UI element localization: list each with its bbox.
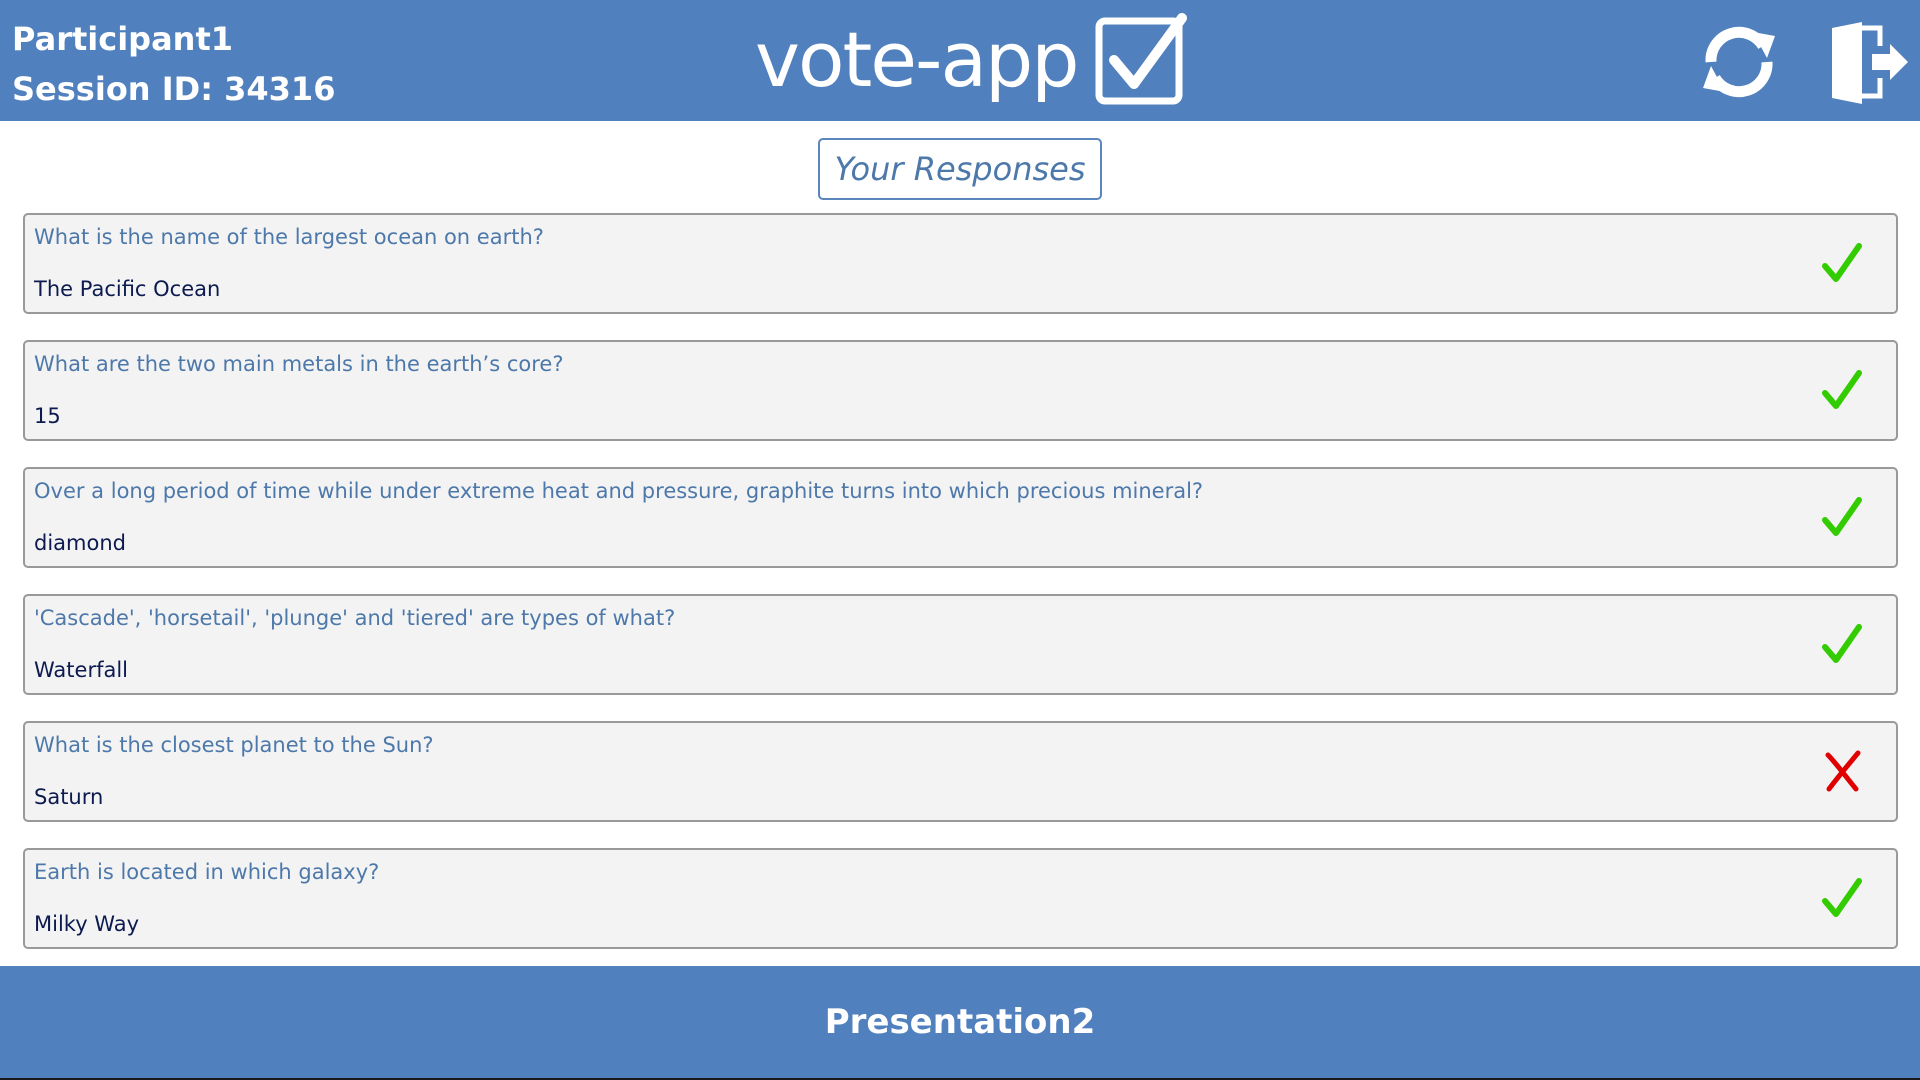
checkmark-icon (1822, 624, 1862, 663)
answer-text: Saturn (34, 785, 104, 809)
vote-app-screen: Participant1 Session ID: 34316 vote-app … (0, 0, 1920, 1080)
session-id: Session ID: 34316 (12, 70, 336, 108)
answer-text: Milky Way (34, 912, 140, 936)
cross-icon (1825, 750, 1861, 792)
logout-icon[interactable] (1828, 20, 1912, 104)
response-card[interactable]: What is the name of the largest ocean on… (23, 213, 1898, 314)
question-text: Over a long period of time while under e… (34, 479, 1204, 503)
refresh-icon[interactable] (1697, 20, 1781, 104)
logo-text: vote-app (755, 15, 1080, 104)
response-card[interactable]: Earth is located in which galaxy? Milky … (23, 848, 1898, 949)
question-text: What are the two main metals in the eart… (34, 352, 564, 376)
response-card[interactable]: What is the closest planet to the Sun? S… (23, 721, 1898, 822)
checkbox-checked-icon (1095, 13, 1187, 105)
app-logo: vote-app (755, 12, 1190, 108)
app-header: Participant1 Session ID: 34316 vote-app (0, 0, 1920, 121)
presentation-name: Presentation2 (824, 1002, 1096, 1042)
answer-text: diamond (34, 531, 126, 555)
answer-text: Waterfall (34, 658, 129, 682)
responses-panel[interactable]: Your Responses What is the name of the l… (0, 121, 1920, 966)
response-card[interactable]: Over a long period of time while under e… (23, 467, 1898, 568)
responses-list[interactable]: What is the name of the largest ocean on… (23, 213, 1898, 966)
participant-name: Participant1 (12, 20, 234, 58)
response-card[interactable]: 'Cascade', 'horsetail', 'plunge' and 'ti… (23, 594, 1898, 695)
question-text: What is the closest planet to the Sun? (34, 733, 434, 757)
question-text: What is the name of the largest ocean on… (34, 225, 544, 249)
question-text: Earth is located in which galaxy? (34, 860, 380, 884)
question-text: 'Cascade', 'horsetail', 'plunge' and 'ti… (34, 606, 676, 630)
checkmark-icon (1822, 243, 1862, 282)
checkmark-icon (1822, 878, 1862, 917)
response-card[interactable]: What are the two main metals in the eart… (23, 340, 1898, 441)
answer-text: The Pacific Ocean (34, 277, 221, 301)
page-title: Your Responses (818, 138, 1102, 200)
checkmark-icon (1822, 370, 1862, 409)
checkmark-icon (1822, 497, 1862, 536)
answer-text: 15 (34, 404, 61, 428)
participant-info: Participant1 Session ID: 34316 (12, 14, 335, 114)
app-footer: Presentation2 (0, 966, 1920, 1080)
